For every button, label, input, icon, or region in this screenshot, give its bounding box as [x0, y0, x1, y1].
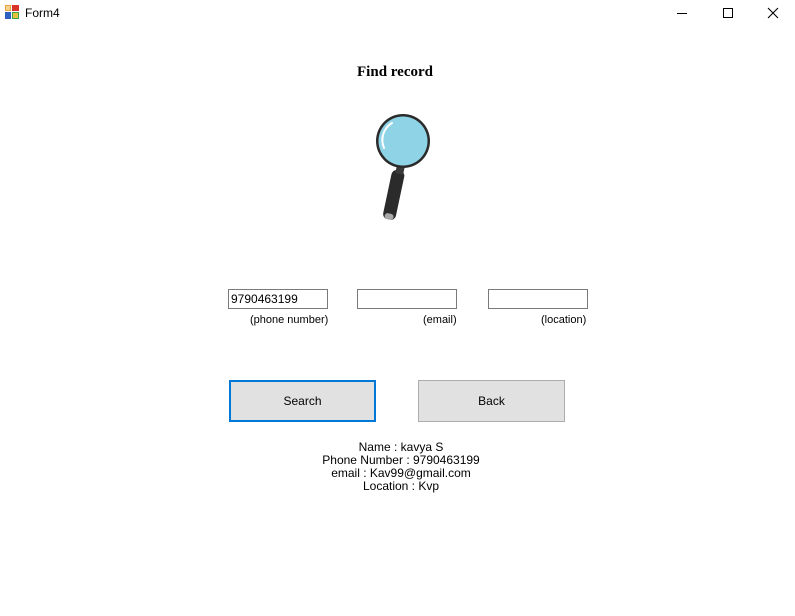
title-bar[interactable]: Form4 — [0, 0, 795, 26]
close-icon[interactable] — [750, 0, 795, 26]
magnifying-glass-icon — [368, 108, 440, 226]
location-label: (location) — [541, 314, 587, 326]
phone-number-label: (phone number) — [250, 314, 329, 326]
page-title: Find record — [357, 64, 433, 80]
maximize-icon[interactable] — [705, 0, 751, 26]
search-button[interactable]: Search — [229, 380, 376, 422]
window-title: Form4 — [25, 6, 60, 20]
email-label: (email) — [423, 314, 457, 326]
search-result: Name : kavya S Phone Number : 9790463199… — [0, 441, 795, 493]
email-field[interactable] — [357, 289, 457, 309]
phone-number-field[interactable] — [228, 289, 328, 309]
minimize-icon[interactable] — [659, 0, 705, 26]
form-window: Form4 Find record 9790463199 (phone numb… — [0, 0, 795, 616]
back-button[interactable]: Back — [418, 380, 565, 422]
form-app-icon[interactable] — [5, 5, 19, 19]
location-field[interactable] — [488, 289, 588, 309]
result-location: Location : Kvp — [362, 479, 440, 493]
